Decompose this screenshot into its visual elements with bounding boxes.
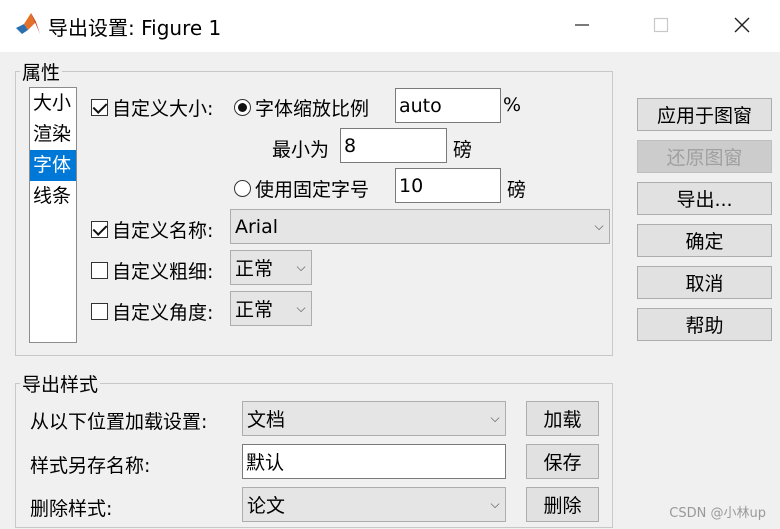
title-bar: 导出设置: Figure 1 <box>0 0 780 52</box>
custom-size-checkbox[interactable] <box>91 99 108 116</box>
custom-size-label: 自定义大小: <box>112 98 214 120</box>
font-name-select[interactable]: Arial ⌵ <box>230 209 610 244</box>
list-item-render[interactable]: 渲染 <box>30 119 76 150</box>
save-style-label: 样式另存名称: <box>30 455 151 477</box>
min-size-unit: 磅 <box>453 139 473 161</box>
save-style-input[interactable]: 默认 <box>242 444 506 479</box>
properties-legend: 属性 <box>22 62 61 84</box>
font-scale-radio[interactable] <box>234 99 251 116</box>
minimize-button[interactable] <box>562 8 602 42</box>
min-size-input[interactable]: 8 <box>340 128 447 163</box>
delete-style-value: 论文 <box>247 495 286 517</box>
fixed-font-unit: 磅 <box>507 179 527 201</box>
font-weight-select[interactable]: 正常 ⌵ <box>230 250 312 285</box>
load-settings-label: 从以下位置加载设置: <box>30 411 208 433</box>
font-scale-label: 字体缩放比例 <box>255 98 370 120</box>
property-category-list[interactable]: 大小 渲染 字体 线条 <box>29 87 77 343</box>
close-icon <box>734 17 750 33</box>
cancel-button[interactable]: 取消 <box>637 266 772 299</box>
font-weight-value: 正常 <box>235 258 274 280</box>
font-angle-value: 正常 <box>235 299 274 321</box>
fixed-font-label: 使用固定字号 <box>255 179 370 201</box>
fixed-font-input[interactable]: 10 <box>395 168 501 203</box>
percent-label: % <box>503 94 522 116</box>
matlab-logo-icon <box>16 13 40 34</box>
font-scale-input[interactable]: auto <box>395 88 501 123</box>
list-item-line[interactable]: 线条 <box>30 181 76 212</box>
watermark-text: CSDN @小林up <box>669 506 766 521</box>
delete-style-label: 删除样式: <box>30 498 113 520</box>
min-size-label: 最小为 <box>272 139 330 161</box>
custom-angle-label: 自定义角度: <box>112 302 214 324</box>
font-name-value: Arial <box>235 215 279 238</box>
restore-figure-button[interactable]: 还原图窗 <box>637 140 772 173</box>
load-button[interactable]: 加载 <box>526 401 599 436</box>
delete-button[interactable]: 删除 <box>526 487 599 522</box>
custom-name-checkbox[interactable] <box>91 221 108 238</box>
fixed-font-radio[interactable] <box>234 180 251 197</box>
apply-to-figure-button[interactable]: 应用于图窗 <box>637 98 772 131</box>
custom-name-label: 自定义名称: <box>112 220 214 242</box>
load-settings-value: 文档 <box>247 409 286 431</box>
close-button[interactable] <box>722 8 762 42</box>
custom-weight-label: 自定义粗细: <box>112 261 214 283</box>
maximize-button[interactable] <box>641 8 681 42</box>
list-item-font[interactable]: 字体 <box>30 150 76 181</box>
minimize-icon <box>575 24 589 26</box>
chevron-down-icon: ⌵ <box>490 411 500 425</box>
chevron-down-icon: ⌵ <box>490 497 500 511</box>
chevron-down-icon: ⌵ <box>594 219 604 233</box>
export-button[interactable]: 导出... <box>637 182 772 215</box>
save-button[interactable]: 保存 <box>526 444 599 479</box>
ok-button[interactable]: 确定 <box>637 224 772 257</box>
list-item-size[interactable]: 大小 <box>30 88 76 119</box>
chevron-down-icon: ⌵ <box>296 301 306 315</box>
export-style-legend: 导出样式 <box>22 374 99 396</box>
load-settings-select[interactable]: 文档 ⌵ <box>242 401 506 436</box>
window-title: 导出设置: Figure 1 <box>48 16 222 40</box>
chevron-down-icon: ⌵ <box>296 260 306 274</box>
maximize-icon <box>653 17 669 33</box>
delete-style-select[interactable]: 论文 ⌵ <box>242 487 506 522</box>
font-angle-select[interactable]: 正常 ⌵ <box>230 291 312 326</box>
help-button[interactable]: 帮助 <box>637 308 772 341</box>
custom-weight-checkbox[interactable] <box>91 262 108 279</box>
custom-angle-checkbox[interactable] <box>91 303 108 320</box>
